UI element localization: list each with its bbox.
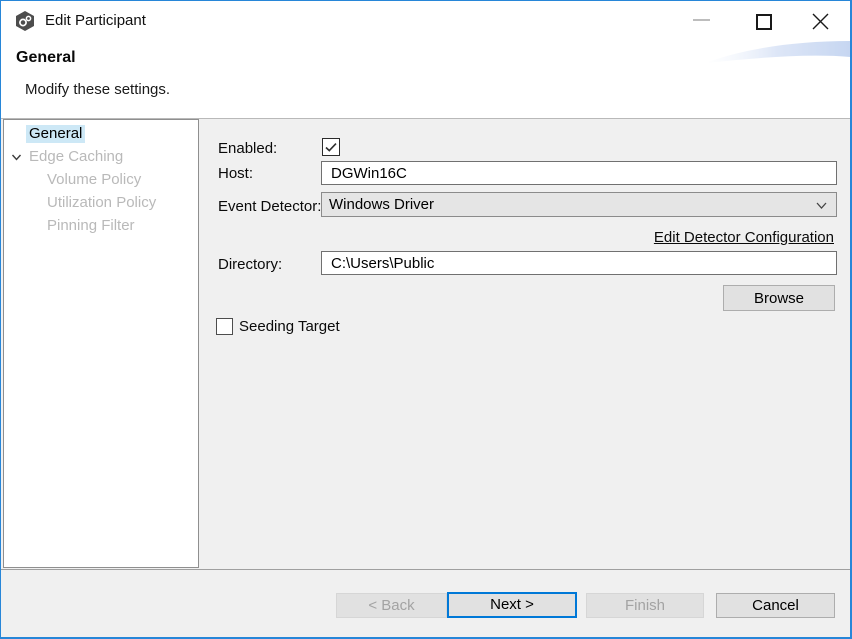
wizard-header: General Modify these settings. [1,41,850,119]
edit-detector-configuration-link[interactable]: Edit Detector Configuration [654,229,834,246]
host-label: Host: [218,165,253,182]
page-subtitle: Modify these settings. [25,81,170,98]
finish-button[interactable]: Finish [586,593,704,618]
next-button[interactable]: Next > [447,592,577,618]
directory-input[interactable] [321,251,837,275]
browse-button[interactable]: Browse [723,285,835,311]
minimize-icon[interactable] [693,19,710,21]
tree-item-label: Utilization Policy [44,194,159,212]
tree-item-utilization-policy[interactable]: Utilization Policy [4,192,198,215]
main-area: General Edge Caching Volume Policy Utili… [1,119,850,637]
header-swoosh-decoration [705,37,850,65]
wizard-page-tree: General Edge Caching Volume Policy Utili… [3,119,199,568]
tree-item-pinning-filter[interactable]: Pinning Filter [4,215,198,238]
back-button[interactable]: < Back [336,593,447,618]
seeding-target-label: Seeding Target [239,318,340,335]
tree-item-label: Pinning Filter [44,217,138,235]
event-detector-label: Event Detector: [218,198,321,215]
tree-item-edge-caching[interactable]: Edge Caching [4,146,198,169]
cancel-button[interactable]: Cancel [716,593,835,618]
footer-separator [1,569,850,570]
tree-item-general[interactable]: General [4,123,198,146]
directory-label: Directory: [218,256,282,273]
window-title: Edit Participant [45,12,146,29]
chevron-down-icon [815,199,828,212]
edit-participant-dialog: Edit Participant General Modify these se… [0,0,852,639]
tree-item-label: Volume Policy [44,171,144,189]
event-detector-value: Windows Driver [329,196,434,213]
title-bar: Edit Participant [1,1,850,41]
close-icon[interactable] [812,13,829,30]
tree-item-volume-policy[interactable]: Volume Policy [4,169,198,192]
checkmark-icon [323,139,339,155]
enabled-label: Enabled: [218,140,277,157]
tree-item-label: General [26,125,85,143]
tree-item-label: Edge Caching [26,148,126,166]
page-title: General [16,49,76,67]
seeding-target-checkbox[interactable] [216,318,233,335]
chevron-down-icon[interactable] [10,151,23,164]
maximize-icon[interactable] [756,14,772,30]
host-input[interactable] [321,161,837,185]
enabled-checkbox[interactable] [322,138,340,156]
event-detector-dropdown[interactable]: Windows Driver [321,192,837,217]
app-hexagon-icon [14,10,36,32]
